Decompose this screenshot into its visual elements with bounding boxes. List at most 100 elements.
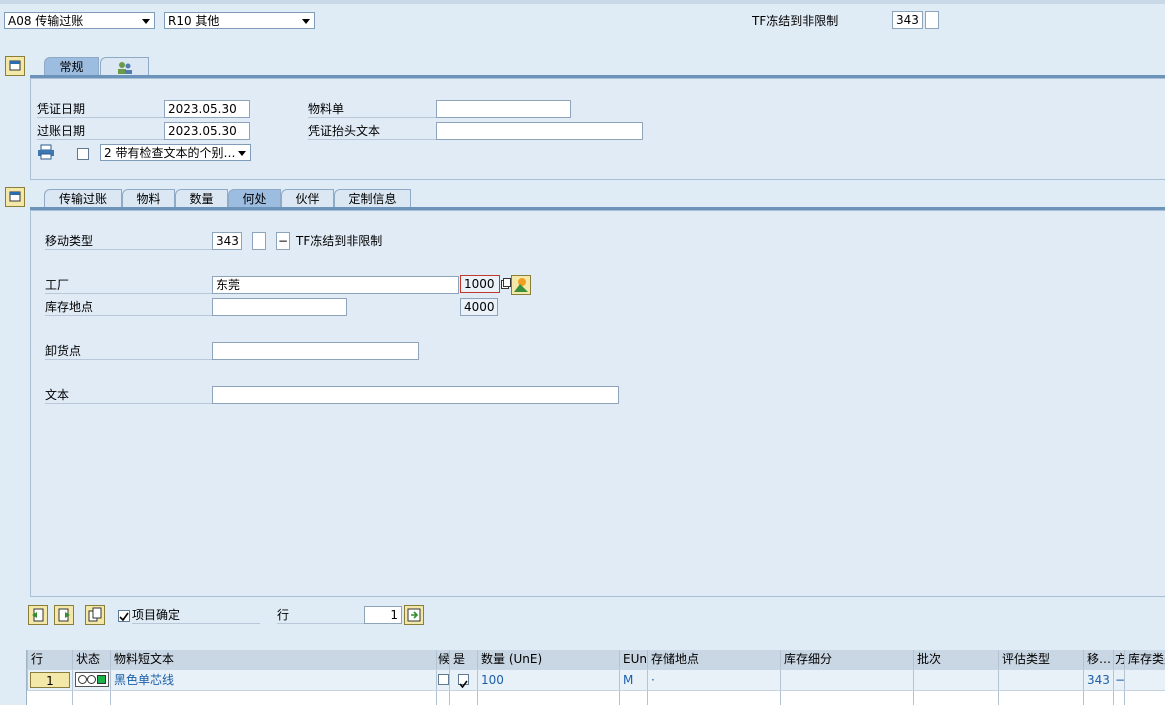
- column-header[interactable]: 是: [449, 650, 477, 669]
- print-version-value: 2 带有检查文本的个别…: [104, 146, 236, 160]
- row-number-input[interactable]: 1: [364, 606, 402, 624]
- quantity-cell[interactable]: 100: [477, 670, 619, 690]
- stock-category-cell[interactable]: [1124, 670, 1165, 690]
- checkmark-icon: [119, 612, 129, 622]
- unit-cell[interactable]: M: [619, 670, 647, 690]
- column-header[interactable]: 批次: [913, 650, 998, 669]
- header-text-label: 凭证抬头文本: [308, 123, 436, 140]
- plant-details-button[interactable]: [511, 275, 531, 295]
- tab-where[interactable]: 何处: [228, 189, 281, 208]
- movement-type-label: 移动类型: [45, 233, 212, 250]
- column-header[interactable]: 物料短文本: [110, 650, 436, 669]
- item-text-input[interactable]: [212, 386, 619, 404]
- column-header[interactable]: 评估类型: [998, 650, 1083, 669]
- movement-sign-field[interactable]: −: [276, 232, 290, 250]
- checkmark-icon: [459, 680, 468, 689]
- next-item-button[interactable]: [54, 605, 74, 625]
- header-text-input[interactable]: [436, 122, 643, 140]
- toggle-detail-button[interactable]: [5, 187, 25, 207]
- top-strip: [0, 0, 1165, 4]
- tab-quantity-label: 数量: [189, 192, 214, 206]
- column-header[interactable]: 存储地点: [647, 650, 780, 669]
- column-header[interactable]: 库存细分: [780, 650, 913, 669]
- copy-item-button[interactable]: [85, 605, 105, 625]
- traffic-light-icon: [75, 672, 109, 687]
- column-header[interactable]: 数量 (UnE): [477, 650, 619, 669]
- copy-icon: [88, 607, 102, 622]
- stock-segment-cell[interactable]: [780, 670, 913, 690]
- tab-material-label: 物料: [136, 192, 161, 206]
- movement-description: TF冻结到非限制: [752, 14, 839, 28]
- plant-image-icon: [514, 278, 528, 292]
- action-select[interactable]: A08 传输过账: [4, 12, 155, 29]
- table-header: 行 状态 物料短文本 候 是 数量 (UnE) EUn 存储地点 库存细分 批次…: [27, 650, 1165, 671]
- material-slip-input[interactable]: [436, 100, 571, 118]
- unloading-point-input[interactable]: [212, 342, 419, 360]
- page-previous-icon: [32, 608, 44, 622]
- previous-item-button[interactable]: [28, 605, 48, 625]
- copy-icon[interactable]: [501, 278, 511, 290]
- goto-row-button[interactable]: [404, 605, 424, 625]
- valuation-type-cell[interactable]: [998, 670, 1083, 690]
- action-select-value: A08 传输过账: [8, 14, 84, 28]
- row-selector[interactable]: 1: [27, 670, 72, 690]
- movement-indicator-field[interactable]: [925, 11, 939, 29]
- column-header[interactable]: EUn: [619, 650, 647, 669]
- plant-name-field[interactable]: 东莞: [212, 276, 459, 294]
- row-candidate-cell[interactable]: [436, 670, 449, 690]
- column-header[interactable]: 候: [436, 650, 449, 669]
- storage-location-label: 库存地点: [45, 299, 212, 316]
- tab-custom-info-label: 定制信息: [348, 192, 397, 206]
- row-status: [72, 670, 110, 690]
- tab-material[interactable]: 物料: [122, 189, 175, 208]
- tab-partner[interactable]: 伙伴: [281, 189, 334, 208]
- print-checkbox[interactable]: [77, 148, 89, 160]
- storage-code-field: 4000: [460, 298, 498, 316]
- post-date-input[interactable]: 2023.05.30: [164, 122, 250, 140]
- row-label: 行: [277, 607, 364, 624]
- people-icon: [117, 62, 132, 74]
- page-next-icon: [58, 608, 70, 622]
- sign-cell[interactable]: −: [1113, 670, 1124, 690]
- tab-general[interactable]: 常规: [44, 57, 99, 76]
- column-header[interactable]: 方: [1113, 650, 1124, 669]
- tab-transfer-posting[interactable]: 传输过账: [44, 189, 122, 208]
- print-version-select[interactable]: 2 带有检查文本的个别…: [100, 144, 251, 161]
- row-line-number[interactable]: 1: [30, 672, 70, 688]
- tab-transfer-posting-label: 传输过账: [58, 192, 107, 206]
- tab-custom-info[interactable]: 定制信息: [334, 189, 411, 208]
- toggle-header-button[interactable]: [5, 56, 25, 76]
- reference-select[interactable]: R10 其他: [164, 12, 315, 29]
- doc-date-input[interactable]: 2023.05.30: [164, 100, 250, 118]
- item-ok-checkbox[interactable]: [118, 610, 130, 622]
- material-short-text[interactable]: 黑色单芯线: [110, 670, 436, 690]
- tab-quantity[interactable]: 数量: [175, 189, 228, 208]
- row-ok-cell[interactable]: [449, 670, 477, 690]
- candidate-checkbox[interactable]: [438, 674, 449, 685]
- plant-code-field[interactable]: 1000: [460, 275, 500, 293]
- panel-toggle-icon: [9, 191, 21, 202]
- column-header[interactable]: 移…: [1083, 650, 1113, 669]
- panel-toggle-icon: [9, 60, 21, 71]
- item-text-label: 文本: [45, 387, 212, 404]
- batch-cell[interactable]: [913, 670, 998, 690]
- table-row[interactable]: 1 黑色单芯线 100 M · 343 −: [27, 670, 1165, 691]
- movement-type-cell[interactable]: 343: [1083, 670, 1113, 690]
- items-table: 行 状态 物料短文本 候 是 数量 (UnE) EUn 存储地点 库存细分 批次…: [26, 650, 1165, 705]
- empty-table-row: [27, 691, 1165, 705]
- storage-location-input[interactable]: [212, 298, 347, 316]
- column-header[interactable]: 行: [27, 650, 72, 669]
- goto-icon: [407, 608, 421, 622]
- movement-type-extra-field[interactable]: [252, 232, 266, 250]
- storage-location-cell[interactable]: ·: [647, 670, 780, 690]
- movement-code-field[interactable]: 343: [892, 11, 923, 29]
- tab-partner-icon[interactable]: [100, 57, 149, 76]
- printer-icon[interactable]: [37, 144, 55, 160]
- column-header[interactable]: 库存类别: [1124, 650, 1165, 669]
- item-ok-label: 项目确定: [132, 607, 260, 624]
- movement-type-text: TF冻结到非限制: [296, 234, 383, 248]
- movement-type-field[interactable]: 343: [212, 232, 242, 250]
- tab-general-label: 常规: [59, 60, 84, 74]
- ok-checkbox[interactable]: [458, 674, 469, 689]
- column-header[interactable]: 状态: [72, 650, 110, 669]
